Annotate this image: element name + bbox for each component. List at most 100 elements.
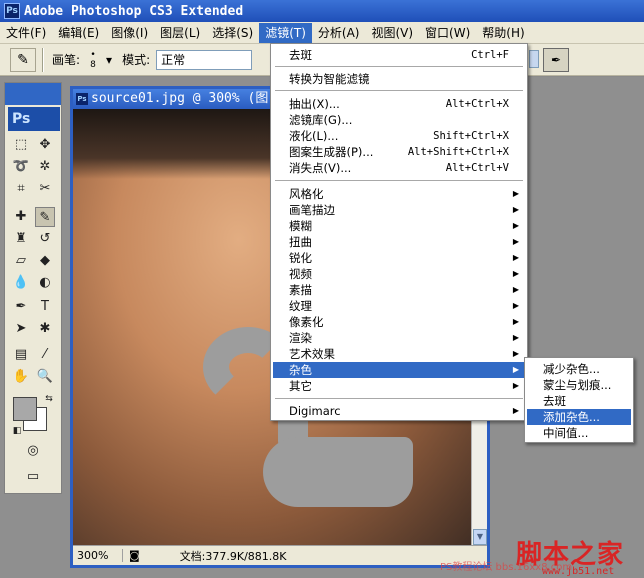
menu-select[interactable]: 选择(S): [206, 23, 259, 43]
submenu-item-add-noise[interactable]: 添加杂色...: [527, 409, 631, 425]
marquee-tool-icon[interactable]: ⬚: [11, 135, 31, 155]
menu-item-shortcut: Alt+Ctrl+X: [445, 98, 509, 110]
gray-brush-stroke: [263, 437, 413, 507]
toolbox-ps-logo[interactable]: Ps: [8, 107, 60, 131]
menu-divider: [275, 66, 523, 67]
menu-item-artistic[interactable]: 艺术效果 ▶: [273, 346, 525, 362]
submenu-item-reduce-noise[interactable]: 减少杂色...: [527, 361, 631, 377]
menu-item-texture[interactable]: 纹理 ▶: [273, 298, 525, 314]
foreground-color-swatch[interactable]: [13, 397, 37, 421]
paint-bucket-tool-icon[interactable]: ◆: [35, 251, 55, 271]
menu-item-filter-gallery[interactable]: 滤镜库(G)...: [273, 112, 525, 128]
watermark-url: www.jb51.net: [542, 566, 615, 577]
menu-view[interactable]: 视图(V): [365, 23, 419, 43]
crop-tool-icon[interactable]: ⌗: [11, 179, 31, 199]
menu-item-video[interactable]: 视频 ▶: [273, 266, 525, 282]
menu-divider: [275, 398, 523, 399]
zoom-tool-icon[interactable]: 🔍: [35, 367, 55, 387]
type-tool-icon[interactable]: T: [35, 297, 55, 317]
menu-item-noise[interactable]: 杂色 ▶: [273, 362, 525, 378]
menu-help[interactable]: 帮助(H): [476, 23, 530, 43]
menu-file[interactable]: 文件(F): [0, 23, 52, 43]
history-brush-tool-icon[interactable]: ↺: [35, 229, 55, 249]
menu-item-label: 其它: [289, 379, 312, 393]
magic-wand-tool-icon[interactable]: ✲: [35, 157, 55, 177]
menu-window[interactable]: 窗口(W): [419, 23, 476, 43]
options-scroll-control[interactable]: [529, 50, 539, 68]
move-tool-icon[interactable]: ✥: [35, 135, 55, 155]
menu-item-label: 风格化: [289, 187, 324, 201]
brush-dropdown-arrow-icon[interactable]: ▾: [106, 53, 112, 67]
submenu-arrow-icon: ▶: [512, 333, 519, 342]
lasso-tool-icon[interactable]: ➰: [11, 157, 31, 177]
screen-mode-icon[interactable]: ▭: [23, 467, 43, 487]
submenu-arrow-icon: ▶: [512, 349, 519, 358]
path-selection-tool-icon[interactable]: ➤: [11, 319, 31, 339]
menu-filter[interactable]: 滤镜(T): [259, 22, 312, 43]
menu-item-sketch[interactable]: 素描 ▶: [273, 282, 525, 298]
noise-submenu: 减少杂色... 蒙尘与划痕... 去斑 添加杂色... 中间值...: [524, 357, 634, 443]
menu-item-sharpen[interactable]: 锐化 ▶: [273, 250, 525, 266]
brush-size-value: 8: [90, 59, 96, 70]
menu-item-convert-smart-filter[interactable]: 转换为智能滤镜: [273, 71, 525, 87]
slice-tool-icon[interactable]: ✂: [35, 179, 55, 199]
menu-image[interactable]: 图像(I): [105, 23, 154, 43]
menu-item-brush-strokes[interactable]: 画笔描边 ▶: [273, 202, 525, 218]
menu-item-render[interactable]: 渲染 ▶: [273, 330, 525, 346]
menu-item-extract[interactable]: 抽出(X)... Alt+Ctrl+X: [273, 96, 525, 112]
submenu-arrow-icon: ▶: [512, 365, 519, 374]
submenu-arrow-icon: ▶: [512, 221, 519, 230]
submenu-arrow-icon: ▶: [512, 189, 519, 198]
menu-item-digimarc[interactable]: Digimarc ▶: [273, 403, 525, 419]
shape-tool-icon[interactable]: ✱: [35, 319, 55, 339]
submenu-arrow-icon: ▶: [512, 253, 519, 262]
menu-item-blur[interactable]: 模糊 ▶: [273, 218, 525, 234]
brush-tool-icon[interactable]: ✎: [35, 207, 55, 227]
menu-layer[interactable]: 图层(L): [154, 23, 206, 43]
eyedropper-tool-icon[interactable]: ⁄: [35, 345, 55, 365]
menu-edit[interactable]: 编辑(E): [52, 23, 105, 43]
menu-item-label: 图案生成器(P)...: [289, 145, 374, 159]
menu-item-pixelate[interactable]: 像素化 ▶: [273, 314, 525, 330]
submenu-item-dust-scratches[interactable]: 蒙尘与划痕...: [527, 377, 631, 393]
hand-tool-icon[interactable]: ✋: [11, 367, 31, 387]
document-ps-icon: Ps: [76, 93, 88, 105]
menu-item-liquify[interactable]: 液化(L)... Shift+Ctrl+X: [273, 128, 525, 144]
menu-item-label: 锐化: [289, 251, 312, 265]
healing-brush-tool-icon[interactable]: ✚: [11, 207, 31, 227]
menu-item-distort[interactable]: 扭曲 ▶: [273, 234, 525, 250]
mode-select[interactable]: 正常: [156, 49, 253, 70]
menu-item-stylize[interactable]: 风格化 ▶: [273, 186, 525, 202]
toolbox-header[interactable]: [5, 83, 61, 105]
zoom-level[interactable]: 300%: [73, 549, 123, 562]
menu-analysis[interactable]: 分析(A): [312, 23, 366, 43]
menu-item-shortcut: Alt+Shift+Ctrl+X: [407, 146, 509, 158]
quick-mask-icon[interactable]: ◎: [23, 441, 43, 461]
dodge-tool-icon[interactable]: ◐: [35, 273, 55, 293]
brush-tool-preset-icon[interactable]: ✎: [10, 47, 36, 72]
submenu-item-despeckle[interactable]: 去斑: [527, 393, 631, 409]
menu-item-other[interactable]: 其它 ▶: [273, 378, 525, 394]
menu-item-label: 杂色: [289, 363, 312, 377]
pen-tool-icon[interactable]: ✒: [11, 297, 31, 317]
notes-tool-icon[interactable]: ▤: [11, 345, 31, 365]
menu-item-label: 抽出(X)...: [289, 97, 340, 111]
app-title: Adobe Photoshop CS3 Extended: [24, 3, 244, 19]
clone-stamp-tool-icon[interactable]: ♜: [11, 229, 31, 249]
menu-item-label: 纹理: [289, 299, 312, 313]
swap-colors-icon[interactable]: ⇆: [39, 389, 59, 409]
airbrush-toggle-icon[interactable]: ✒: [543, 48, 569, 72]
menu-item-last-filter[interactable]: 去斑 Ctrl+F: [273, 47, 525, 63]
submenu-item-median[interactable]: 中间值...: [527, 425, 631, 441]
blur-tool-icon[interactable]: 💧: [11, 273, 31, 293]
menu-item-shortcut: Ctrl+F: [471, 49, 509, 61]
menu-item-vanishing-point[interactable]: 消失点(V)... Alt+Ctrl+V: [273, 160, 525, 176]
submenu-arrow-icon: ▶: [512, 269, 519, 278]
submenu-arrow-icon: ▶: [512, 406, 519, 415]
status-menu-icon[interactable]: ◙: [129, 549, 140, 562]
default-colors-icon[interactable]: ◧: [7, 421, 27, 441]
eraser-tool-icon[interactable]: ▱: [11, 251, 31, 271]
brush-size-picker[interactable]: • 8: [82, 50, 104, 70]
menu-item-label: 素描: [289, 283, 312, 297]
menu-item-pattern-maker[interactable]: 图案生成器(P)... Alt+Shift+Ctrl+X: [273, 144, 525, 160]
